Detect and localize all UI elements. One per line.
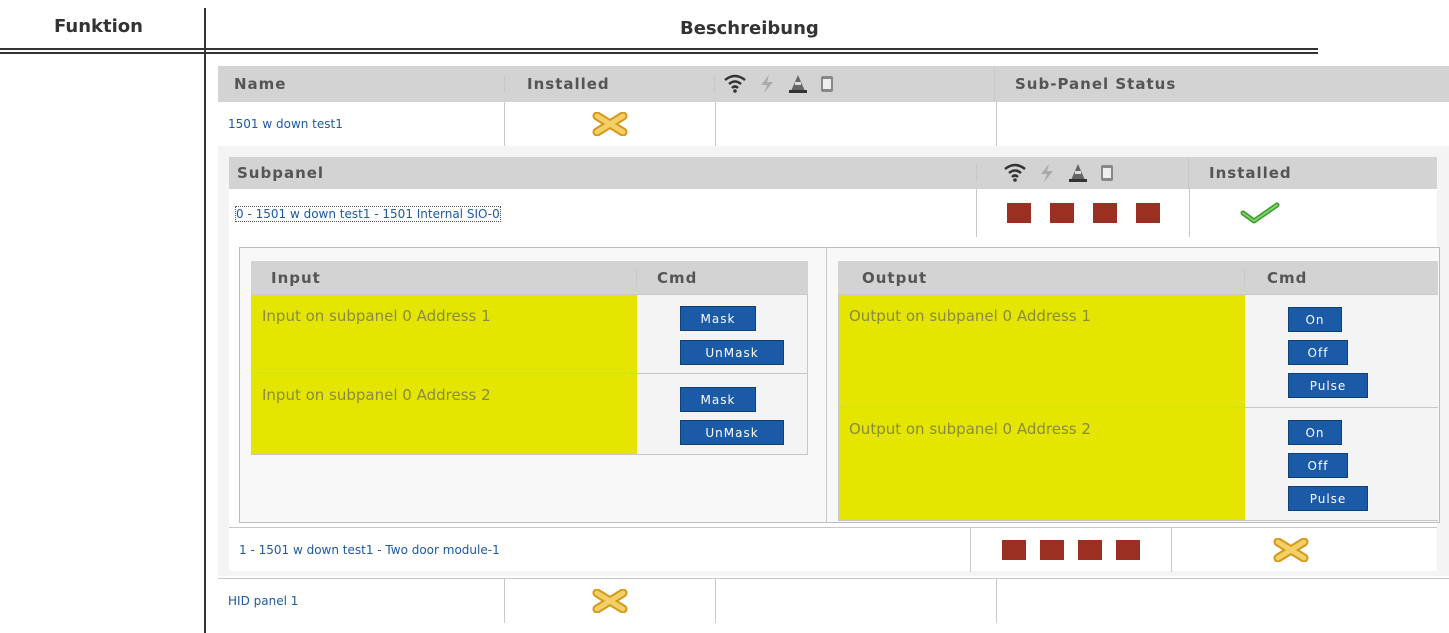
not-installed-icon bbox=[505, 578, 716, 623]
off-button[interactable]: Off bbox=[1288, 453, 1348, 478]
subpanel-status-icons bbox=[977, 157, 1189, 189]
pulse-button[interactable]: Pulse bbox=[1288, 373, 1368, 398]
on-button[interactable]: On bbox=[1288, 307, 1342, 332]
unmask-button[interactable]: UnMask bbox=[680, 420, 784, 445]
status-square bbox=[1002, 540, 1026, 560]
output-row-label: Output on subpanel 0 Address 2 bbox=[839, 408, 1245, 520]
doc-column-function: Funktion bbox=[54, 16, 143, 37]
col-installed: Installed bbox=[505, 75, 715, 93]
mask-button[interactable]: Mask bbox=[680, 306, 756, 331]
col-name: Name bbox=[218, 75, 505, 93]
io-divider bbox=[826, 247, 827, 523]
col-sub-panel-status: Sub-Panel Status bbox=[1015, 75, 1177, 93]
wifi-icon bbox=[1004, 163, 1026, 182]
header-double-rule bbox=[0, 48, 1318, 54]
unmask-button[interactable]: UnMask bbox=[680, 340, 784, 365]
status-square bbox=[1078, 540, 1102, 560]
input-row-label: Input on subpanel 0 Address 1 bbox=[252, 295, 637, 373]
table-row: 1501 w down test1 bbox=[218, 102, 1449, 146]
wifi-icon bbox=[724, 74, 746, 93]
tamper-icon bbox=[1069, 164, 1087, 182]
panel-name-link[interactable]: HID panel 1 bbox=[228, 594, 298, 608]
not-installed-icon bbox=[505, 102, 716, 146]
column-divider bbox=[204, 8, 206, 633]
on-button[interactable]: On bbox=[1288, 420, 1342, 445]
doc-column-description: Beschreibung bbox=[680, 18, 819, 39]
col-status-icons bbox=[715, 66, 995, 102]
col-installed: Installed bbox=[1209, 164, 1292, 182]
battery-icon bbox=[1101, 165, 1113, 181]
status-square bbox=[1135, 203, 1160, 223]
status-square bbox=[1006, 203, 1031, 223]
table-row: 0 - 1501 w down test1 - 1501 Internal SI… bbox=[229, 189, 1437, 237]
battery-icon bbox=[821, 76, 833, 92]
input-row-label: Input on subpanel 0 Address 2 bbox=[252, 374, 637, 454]
off-button[interactable]: Off bbox=[1288, 340, 1348, 365]
col-output: Output bbox=[838, 268, 1245, 287]
status-square bbox=[1049, 203, 1074, 223]
power-icon bbox=[1041, 164, 1053, 182]
subpanel-status-squares bbox=[977, 189, 1190, 237]
power-icon bbox=[761, 75, 773, 93]
output-row-label: Output on subpanel 0 Address 1 bbox=[839, 295, 1245, 407]
status-square bbox=[1092, 203, 1117, 223]
status-square bbox=[1116, 540, 1140, 560]
subpanel-name-link[interactable]: 1 - 1501 w down test1 - Two door module-… bbox=[239, 543, 500, 557]
col-subpanel: Subpanel bbox=[229, 164, 977, 182]
panel-name-link[interactable]: 1501 w down test1 bbox=[228, 117, 343, 131]
output-table-header: Output Cmd bbox=[838, 261, 1438, 294]
table-row: HID panel 1 bbox=[218, 578, 1449, 623]
pulse-button[interactable]: Pulse bbox=[1288, 486, 1368, 511]
panel-table-header: Name Installed Sub-Panel Status bbox=[218, 66, 1449, 102]
col-input: Input bbox=[251, 268, 637, 287]
not-installed-icon bbox=[1172, 528, 1437, 571]
subpanel-name-link[interactable]: 0 - 1501 w down test1 - 1501 Internal SI… bbox=[235, 206, 501, 222]
subpanel-status-squares bbox=[971, 528, 1172, 572]
col-cmd: Cmd bbox=[1267, 268, 1308, 287]
col-cmd: Cmd bbox=[657, 268, 698, 287]
table-row: 1 - 1501 w down test1 - Two door module-… bbox=[229, 527, 1437, 572]
tamper-icon bbox=[789, 75, 807, 93]
subpanel-table-header: Subpanel Installed bbox=[229, 157, 1437, 189]
installed-check-icon bbox=[1190, 189, 1437, 237]
mask-button[interactable]: Mask bbox=[680, 387, 756, 412]
input-table-header: Input Cmd bbox=[251, 261, 808, 294]
status-square bbox=[1040, 540, 1064, 560]
